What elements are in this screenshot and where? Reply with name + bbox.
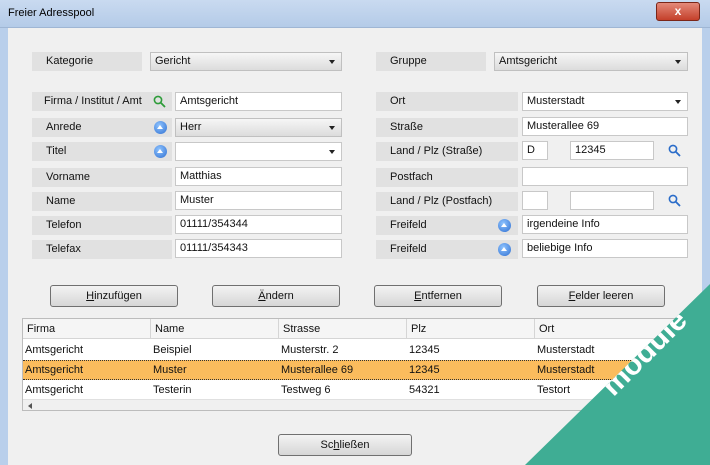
title-bar: Freier Adresspool x (0, 0, 710, 28)
magnifier-icon[interactable] (668, 194, 681, 207)
column-header-firma[interactable]: Firma (23, 319, 151, 339)
edit-button-mnemonic: Ä (258, 290, 266, 302)
freifeld-2-label: Freifeld (376, 240, 518, 259)
vorname-field[interactable]: Matthias (175, 167, 342, 186)
cell-strasse: Musterallee 69 (281, 364, 354, 376)
telefax-field[interactable]: 01111/354343 (175, 239, 342, 258)
firma-field[interactable]: Amtsgericht (175, 92, 342, 111)
strasse-field[interactable]: Musterallee 69 (522, 117, 688, 136)
cell-plz: 12345 (409, 364, 440, 376)
telefon-field[interactable]: 01111/354344 (175, 215, 342, 234)
titel-label: Titel (32, 142, 172, 161)
land-strasse-field[interactable]: D (522, 141, 548, 160)
window-title: Freier Adresspool (8, 7, 95, 19)
close-window-button[interactable]: x (656, 2, 700, 21)
postfach-label: Postfach (376, 168, 518, 187)
telefax-label: Telefax (32, 240, 172, 259)
cell-name: Beispiel (153, 344, 192, 356)
scroll-left-arrow-icon[interactable] (28, 403, 32, 409)
close-button-label-pre: Sc (320, 439, 334, 451)
firma-label: Firma / Institut / Amt (32, 92, 172, 111)
cell-firma: Amtsgericht (25, 364, 84, 376)
kategorie-label: Kategorie (32, 52, 142, 71)
edit-button-label: ndern (265, 290, 294, 302)
cell-name: Testerin (153, 384, 192, 396)
vorname-label: Vorname (32, 168, 172, 187)
cell-plz: 54321 (409, 384, 440, 396)
clear-button-label: elder leeren (575, 290, 634, 302)
kategorie-select[interactable]: Gericht (150, 52, 342, 71)
chevron-down-icon (675, 60, 681, 64)
titel-select[interactable] (175, 142, 342, 161)
postfach-field[interactable] (522, 167, 688, 186)
cell-strasse: Testweg 6 (281, 384, 331, 396)
cell-name: Muster (153, 364, 187, 376)
info-bulb-icon[interactable] (154, 145, 167, 158)
chevron-down-icon (675, 100, 681, 104)
edit-button[interactable]: Ändern (212, 285, 340, 307)
ort-label: Ort (376, 92, 518, 111)
cell-plz: 12345 (409, 344, 440, 356)
add-button-mnemonic: H (86, 290, 95, 302)
telefon-label: Telefon (32, 216, 172, 235)
land-plz-postfach-label: Land / Plz (Postfach) (376, 192, 518, 211)
magnifier-icon[interactable] (668, 144, 681, 157)
land-postfach-field[interactable] (522, 191, 548, 210)
close-button-label: ließen (339, 439, 370, 451)
magnifier-icon[interactable] (153, 95, 166, 108)
name-label: Name (32, 192, 172, 211)
table-row[interactable]: Amtsgericht Testerin Testweg 6 54321 Tes… (23, 380, 681, 400)
anrede-value: Herr (180, 121, 202, 133)
cell-strasse: Musterstr. 2 (281, 344, 339, 356)
freifeld-2-field[interactable]: beliebige Info (522, 239, 688, 258)
clear-fields-button[interactable]: Felder leeren (537, 285, 665, 307)
name-field[interactable]: Muster (175, 191, 342, 210)
gruppe-select[interactable]: Amtsgericht (494, 52, 688, 71)
plz-postfach-field[interactable] (570, 191, 654, 210)
freifeld-1-field[interactable]: irgendeine Info (522, 215, 688, 234)
gruppe-label: Gruppe (376, 52, 486, 71)
info-bulb-icon[interactable] (154, 121, 167, 134)
freifeld-1-label: Freifeld (376, 216, 518, 235)
chevron-down-icon (329, 60, 335, 64)
info-bulb-icon[interactable] (498, 219, 511, 232)
window-frame-left (0, 28, 8, 465)
schliessen-button[interactable]: Schließen (278, 434, 412, 456)
kategorie-value: Gericht (155, 55, 191, 67)
land-plz-strasse-label: Land / Plz (Straße) (376, 142, 518, 161)
address-table[interactable]: Firma Name Strasse Plz Ort Amtsgericht B… (22, 318, 682, 411)
column-header-plz[interactable]: Plz (407, 319, 535, 339)
cell-firma: Amtsgericht (25, 344, 84, 356)
strasse-label: Straße (376, 118, 518, 137)
add-button[interactable]: Hinzufügen (50, 285, 178, 307)
column-header-strasse[interactable]: Strasse (279, 319, 407, 339)
chevron-down-icon (329, 150, 335, 154)
ort-select[interactable]: Musterstadt (522, 92, 688, 111)
info-bulb-icon[interactable] (498, 243, 511, 256)
anrede-label: Anrede (32, 118, 172, 137)
chevron-down-icon (329, 126, 335, 130)
table-row[interactable]: Amtsgericht Beispiel Musterstr. 2 12345 … (23, 340, 681, 360)
plz-strasse-field[interactable]: 12345 (570, 141, 654, 160)
ort-value: Musterstadt (527, 95, 585, 107)
column-header-name[interactable]: Name (151, 319, 279, 339)
remove-button[interactable]: Entfernen (374, 285, 502, 307)
gruppe-value: Amtsgericht (499, 55, 558, 67)
anrede-select[interactable]: Herr (175, 118, 342, 137)
add-button-label: inzufügen (94, 290, 142, 302)
remove-button-label: ntfernen (421, 290, 462, 302)
table-row-selected[interactable]: Amtsgericht Muster Musterallee 69 12345 … (23, 360, 681, 380)
cell-firma: Amtsgericht (25, 384, 84, 396)
